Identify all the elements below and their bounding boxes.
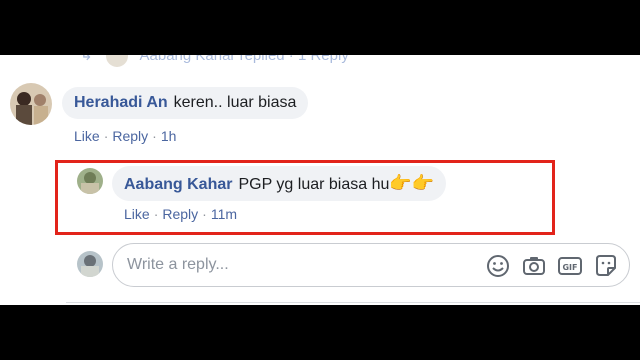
comment-author[interactable]: Herahadi An [74,94,168,111]
separator: · [153,206,159,222]
reply-author[interactable]: Aabang Kahar [124,176,232,193]
smile-icon[interactable] [485,253,511,279]
comment-actions: Like · Reply · 1h [74,128,176,144]
avatar-current-user [77,251,103,277]
reply-summary-count[interactable]: 1 Reply [298,55,349,64]
comments-panel: ↳ Aabang Kahar replied · 1 Reply Herahad… [0,55,640,305]
comment-text: keren.. luar biasa [173,94,297,111]
comment-bubble: Herahadi An keren.. luar biasa [62,87,309,119]
previous-reply-summary[interactable]: ↳ Aabang Kahar replied · 1 Reply [80,55,349,67]
reply-input[interactable]: Write a reply... GIF [112,243,630,287]
reply-summary-author[interactable]: Aabang Kahar replied [140,55,285,64]
reply-actions: Like · Reply · 11m [124,206,237,222]
separator: · [103,128,109,144]
separator: · [152,128,157,144]
like-link[interactable]: Like [124,206,150,222]
reply-text: PGP yg luar biasa hu [238,176,390,193]
avatar-aabang[interactable] [77,168,103,194]
timestamp[interactable]: 1h [161,128,177,144]
video-frame: ↳ Aabang Kahar replied · 1 Reply Herahad… [0,0,640,360]
separator: · [202,206,207,222]
timestamp[interactable]: 11m [211,206,237,222]
sticker-icon[interactable] [593,253,619,279]
avatar-herahadi[interactable] [10,83,52,125]
gif-icon[interactable]: GIF [557,253,583,279]
divider [66,302,640,303]
reply-placeholder: Write a reply... [127,256,229,273]
avatar [106,55,129,67]
svg-text:GIF: GIF [562,263,577,272]
reply-summary-sep: · [288,55,298,64]
like-link[interactable]: Like [74,128,100,144]
pointing-hand-emoji: 👉👉 [389,173,435,193]
reply-link[interactable]: Reply [112,128,148,144]
reply-bubble: Aabang Kahar PGP yg luar biasa hu👉👉 [112,166,447,201]
reply-arrow-icon: ↳ [80,55,93,64]
reply-link[interactable]: Reply [162,206,198,222]
camera-icon[interactable] [521,253,547,279]
